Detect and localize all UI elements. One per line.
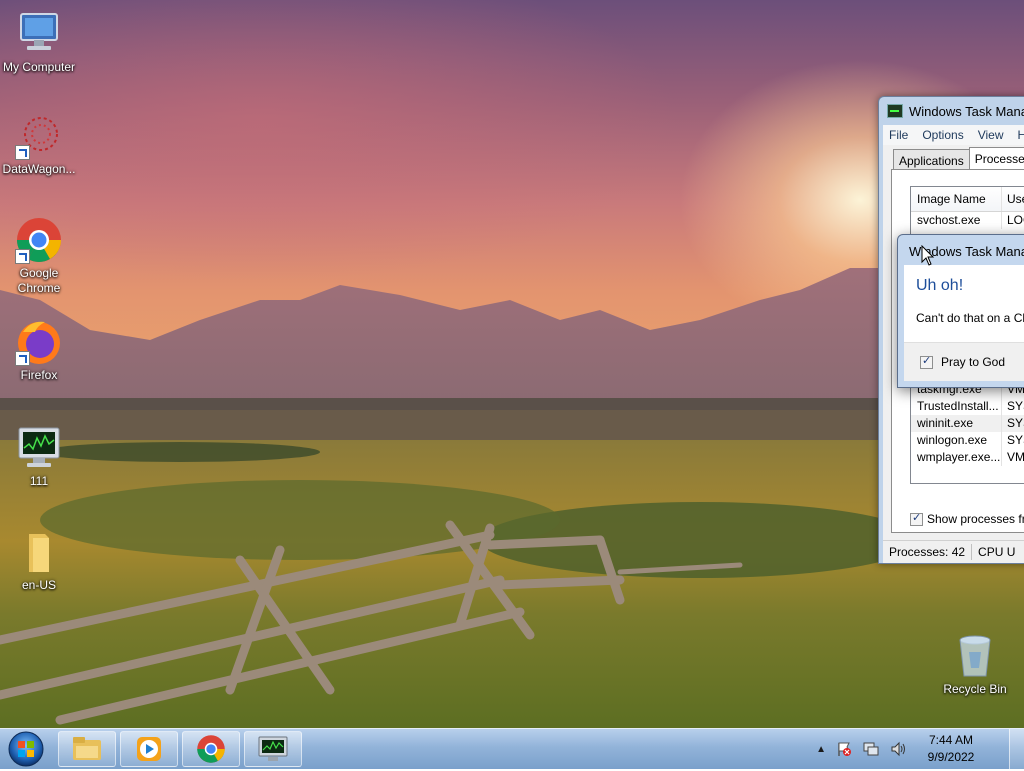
menu-bar: File Options View H xyxy=(883,125,1024,145)
chrome-icon xyxy=(196,734,226,764)
status-cpu-usage: CPU U xyxy=(972,545,1021,559)
desktop-icon-label: Firefox xyxy=(0,368,78,383)
menu-file[interactable]: File xyxy=(889,128,908,142)
desktop-icon-label: DataWagon... xyxy=(0,162,78,177)
process-user: SYST xyxy=(1001,398,1024,415)
taskbar: ▲ 7:44 AM 9/9/2022 xyxy=(0,728,1024,769)
show-desktop-button[interactable] xyxy=(1009,729,1024,769)
process-name: winlogon.exe xyxy=(911,432,1001,449)
dialog-heading: Uh oh! xyxy=(916,277,963,295)
folder-icon xyxy=(72,736,102,762)
checkbox-label: Pray to God xyxy=(941,355,1005,369)
desktop-wallpaper xyxy=(0,0,1024,728)
status-bar: Processes: 42 CPU U xyxy=(883,540,1024,563)
desktop-icon-label: Google Chrome xyxy=(0,266,78,296)
desktop-icon-google-chrome[interactable]: Google Chrome xyxy=(0,216,78,296)
dialog-title[interactable]: Windows Task Manag xyxy=(898,235,1024,265)
process-name: wininit.exe xyxy=(911,415,1001,432)
mouse-cursor-icon xyxy=(921,245,935,267)
show-all-processes-label: Show processes from xyxy=(927,512,1024,526)
taskbar-task-manager-button[interactable] xyxy=(244,731,302,767)
dialog-body: Uh oh! Can't do that on a Ch Pray to God xyxy=(904,265,1024,381)
show-hidden-icons-icon[interactable]: ▲ xyxy=(816,744,826,755)
column-user-name[interactable]: Use xyxy=(1001,187,1024,211)
taskbar-media-player-button[interactable] xyxy=(120,731,178,767)
shortcut-arrow-icon xyxy=(15,249,30,264)
start-button[interactable] xyxy=(6,730,46,768)
table-row[interactable]: wininit.exe SYST xyxy=(911,415,1024,432)
checkbox-icon[interactable] xyxy=(910,513,923,526)
desktop-icon-firefox[interactable]: Firefox xyxy=(0,318,78,383)
desktop-icon-datawagon[interactable]: DataWagon... xyxy=(0,112,78,177)
menu-help[interactable]: H xyxy=(1018,128,1024,142)
chrome-icon xyxy=(15,216,63,264)
desktop-icon-recycle-bin[interactable]: Recycle Bin xyxy=(936,632,1014,697)
recycle-bin-icon xyxy=(951,632,999,680)
menu-view[interactable]: View xyxy=(978,128,1004,142)
process-name: wmplayer.exe... xyxy=(911,449,1001,466)
process-user: LOC xyxy=(1001,212,1024,229)
dialog-footer: Pray to God xyxy=(904,342,1024,381)
shortcut-arrow-icon xyxy=(15,351,30,366)
folder-icon xyxy=(15,528,63,576)
computer-icon xyxy=(15,10,63,58)
desktop-icon-label: Recycle Bin xyxy=(936,682,1014,697)
datawagon-icon xyxy=(15,112,63,160)
desktop-icon-label: My Computer xyxy=(0,60,78,75)
process-name: TrustedInstall... xyxy=(911,398,1001,415)
table-row[interactable]: winlogon.exe SYST xyxy=(911,432,1024,449)
pray-to-god-checkbox[interactable] xyxy=(920,356,933,369)
window-title: Windows Task Manag xyxy=(909,104,1024,119)
desktop-icon-label: 111 xyxy=(0,474,78,489)
desktop-icon-en-us[interactable]: en-US xyxy=(0,528,78,593)
network-icon[interactable] xyxy=(862,741,880,757)
process-user: SYST xyxy=(1001,432,1024,449)
firefox-icon xyxy=(15,318,63,366)
process-user: SYST xyxy=(1001,415,1024,432)
shortcut-arrow-icon xyxy=(15,145,30,160)
windows-logo-icon xyxy=(6,730,46,768)
task-manager-icon xyxy=(15,424,63,472)
clock[interactable]: 7:44 AM 9/9/2022 xyxy=(922,732,980,766)
task-manager-icon xyxy=(258,736,288,762)
desktop-icon-111[interactable]: 111 xyxy=(0,424,78,489)
task-manager-icon xyxy=(887,104,903,118)
process-list-header: Image Name Use xyxy=(911,187,1024,212)
menu-options[interactable]: Options xyxy=(922,128,963,142)
taskbar-explorer-button[interactable] xyxy=(58,731,116,767)
process-user: VM1 xyxy=(1001,449,1024,466)
volume-icon[interactable] xyxy=(890,741,908,757)
taskbar-chrome-button[interactable] xyxy=(182,731,240,767)
action-center-flag-icon[interactable] xyxy=(836,741,852,757)
column-image-name[interactable]: Image Name xyxy=(911,187,1001,211)
table-row[interactable]: wmplayer.exe... VM1 xyxy=(911,449,1024,466)
process-name: svchost.exe xyxy=(911,212,1001,229)
error-dialog[interactable]: Windows Task Manag Uh oh! Can't do that … xyxy=(897,234,1024,388)
media-player-icon xyxy=(136,736,162,762)
clock-date: 9/9/2022 xyxy=(922,749,980,766)
show-all-processes-checkbox[interactable]: Show processes from xyxy=(910,512,1024,526)
desktop-icon-my-computer[interactable]: My Computer xyxy=(0,10,78,75)
clock-time: 7:44 AM xyxy=(922,732,980,749)
task-manager-titlebar[interactable]: Windows Task Manag xyxy=(879,97,1024,125)
table-row[interactable]: TrustedInstall... SYST xyxy=(911,398,1024,415)
desktop-icon-label: en-US xyxy=(0,578,78,593)
table-row[interactable]: svchost.exe LOC xyxy=(911,212,1024,229)
status-processes: Processes: 42 xyxy=(883,545,971,559)
dialog-message: Can't do that on a Ch xyxy=(916,311,1024,325)
